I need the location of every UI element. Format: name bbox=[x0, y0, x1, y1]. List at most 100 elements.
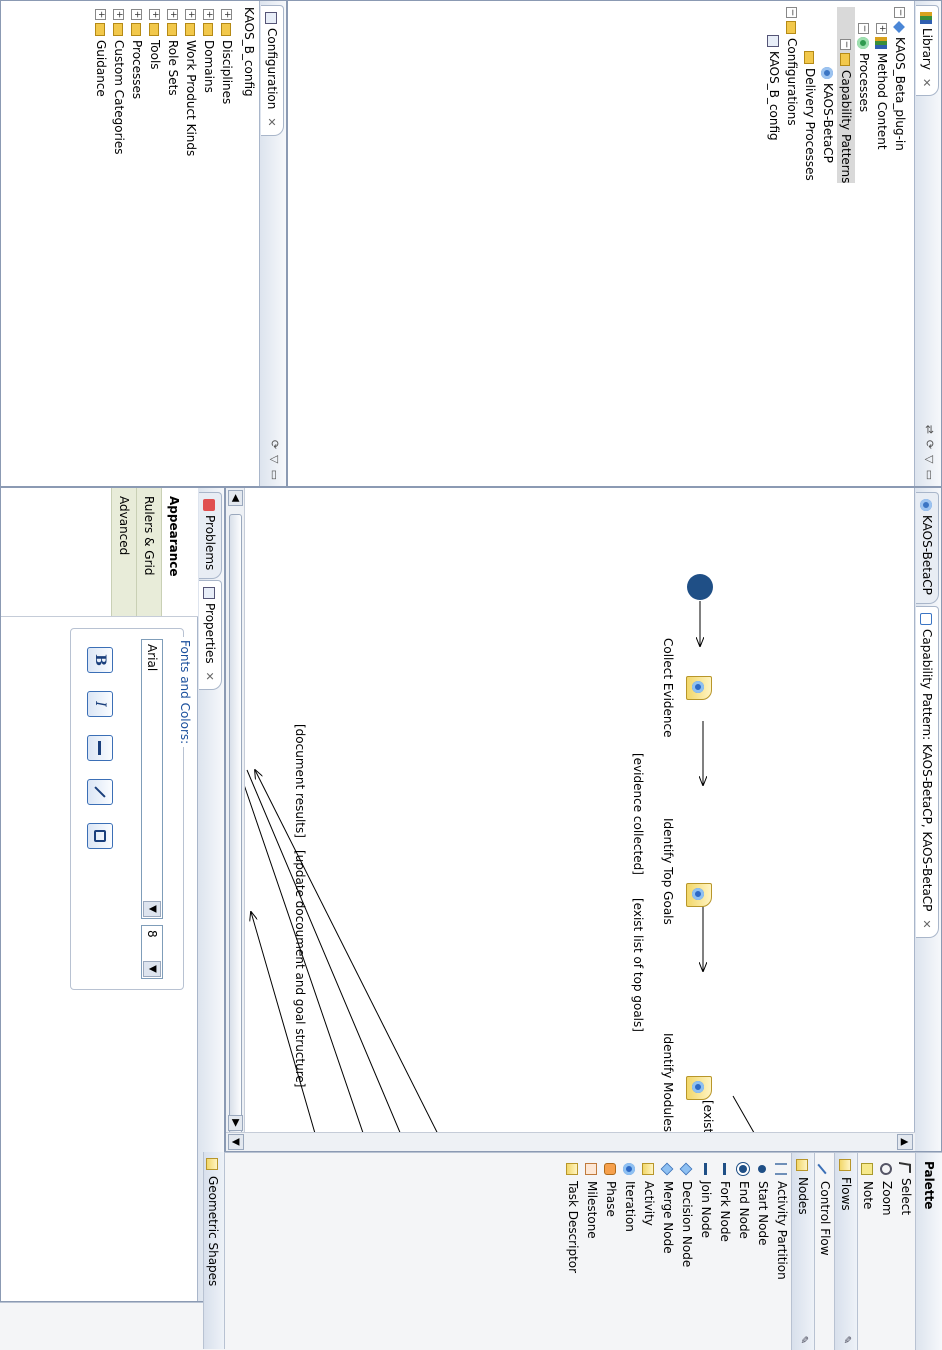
bold-button[interactable]: B bbox=[87, 647, 113, 673]
library-tree-item[interactable]: KAOS_B_config bbox=[765, 7, 783, 183]
configuration-tree-item[interactable]: + Custom Categories bbox=[110, 9, 128, 156]
font-color-button[interactable] bbox=[87, 735, 113, 761]
flow-modules-out[interactable] bbox=[732, 1095, 758, 1133]
fill-color-button[interactable] bbox=[87, 823, 113, 849]
palette-item-iteration[interactable]: Iteration bbox=[620, 1153, 639, 1350]
editor-vertical-scrollbar[interactable]: ▲ ▼ bbox=[226, 1132, 915, 1151]
expand-toggle-icon[interactable]: + bbox=[185, 9, 196, 20]
drawer-geometric-shapes[interactable]: Geometric Shapes bbox=[203, 1152, 225, 1349]
configuration-tree-item[interactable]: + Guidance bbox=[92, 9, 110, 156]
scroll-right-arrow[interactable]: ▶ bbox=[228, 1115, 243, 1131]
chevron-down-icon[interactable]: ▼ bbox=[143, 961, 161, 977]
flow-loop-3[interactable] bbox=[244, 769, 376, 1133]
close-icon[interactable]: ✕ bbox=[920, 78, 933, 87]
configuration-tree-item[interactable]: + Tools bbox=[146, 9, 164, 156]
close-icon[interactable]: ✕ bbox=[203, 672, 216, 681]
link-editor-icon[interactable]: ⇄ bbox=[923, 425, 936, 434]
close-icon[interactable]: ✕ bbox=[920, 919, 933, 928]
minimize-icon[interactable]: ▭ bbox=[268, 470, 281, 480]
library-tree-item[interactable]: − KAOS_Beta_plug-in bbox=[891, 7, 909, 183]
italic-button[interactable]: I bbox=[87, 691, 113, 717]
palette-item-control-flow[interactable]: Control Flow bbox=[815, 1153, 834, 1350]
section-advanced[interactable]: Advanced bbox=[111, 488, 136, 616]
expand-toggle-icon[interactable]: − bbox=[840, 39, 851, 50]
expand-toggle-icon[interactable]: + bbox=[131, 9, 142, 20]
configuration-tree-item[interactable]: + Role Sets bbox=[164, 9, 182, 156]
flow-loop-1[interactable] bbox=[255, 770, 456, 1133]
expand-toggle-icon[interactable]: + bbox=[95, 9, 106, 20]
pin-icon[interactable]: ✎ bbox=[835, 1336, 857, 1344]
library-tree-item[interactable]: + Method Content bbox=[873, 7, 891, 183]
palette: Palette Select Zoom Note Flows ✎ Control Fl… bbox=[225, 1152, 942, 1350]
configuration-tree-item[interactable]: + Disciplines bbox=[218, 9, 236, 156]
view-menu-icon[interactable]: ▽ bbox=[923, 455, 936, 463]
scroll-down-arrow[interactable]: ▼ bbox=[228, 1134, 244, 1150]
tab-kaos-betacp[interactable]: KAOS-BetaCP bbox=[916, 492, 939, 604]
task-identify-top-goals[interactable] bbox=[686, 883, 712, 907]
label-identify-top-goals: Identify Top Goals bbox=[661, 818, 675, 925]
palette-item-task-descriptor[interactable]: Task Descriptor bbox=[563, 1153, 582, 1350]
task-collect-evidence[interactable] bbox=[686, 676, 712, 700]
expand-toggle-icon[interactable]: − bbox=[858, 23, 869, 34]
expand-toggle-icon[interactable]: − bbox=[786, 7, 797, 18]
drawer-nodes[interactable]: Nodes ✎ bbox=[791, 1153, 815, 1350]
library-tree-item[interactable]: − Processes bbox=[855, 7, 873, 183]
tree-item-label: Role Sets bbox=[166, 40, 180, 96]
expand-toggle-icon[interactable]: + bbox=[203, 9, 214, 20]
scroll-up-arrow[interactable]: ▲ bbox=[897, 1134, 913, 1150]
diagram-canvas[interactable]: Collect Evidence Identify Top Goals [evi… bbox=[244, 488, 915, 1133]
flow-loop-2[interactable] bbox=[246, 769, 416, 1133]
pin-icon[interactable]: ✎ bbox=[792, 1336, 814, 1344]
tab-properties[interactable]: Properties ✕ bbox=[199, 580, 222, 690]
palette-item-milestone[interactable]: Milestone bbox=[582, 1153, 601, 1350]
start-node[interactable] bbox=[687, 574, 713, 600]
font-name-select[interactable]: Arial ▼ bbox=[141, 639, 163, 919]
palette-item-fork-node[interactable]: Fork Node bbox=[715, 1153, 734, 1350]
configuration-tree-item[interactable]: + Work Product Kinds bbox=[182, 9, 200, 156]
flow-loop-4[interactable] bbox=[251, 912, 326, 1133]
palette-item-merge-node[interactable]: Merge Node bbox=[658, 1153, 677, 1350]
palette-item-end-node[interactable]: End Node bbox=[734, 1153, 753, 1350]
palette-item-zoom[interactable]: Zoom bbox=[877, 1153, 896, 1350]
configuration-tree-item[interactable]: + Domains bbox=[200, 9, 218, 156]
tab-library[interactable]: Library ✕ bbox=[916, 5, 939, 97]
expand-toggle-icon[interactable]: + bbox=[167, 9, 178, 20]
library-tree-item[interactable]: − Configurations bbox=[783, 7, 801, 183]
expand-toggle-icon[interactable]: + bbox=[113, 9, 124, 20]
section-appearance[interactable]: Appearance bbox=[161, 488, 186, 616]
palette-item-note[interactable]: Note bbox=[858, 1153, 877, 1350]
palette-item-join-node[interactable]: Join Node bbox=[696, 1153, 715, 1350]
view-menu-icon[interactable]: ▽ bbox=[268, 455, 281, 463]
palette-item-phase[interactable]: Phase bbox=[601, 1153, 620, 1350]
tab-configuration[interactable]: Configuration ✕ bbox=[261, 5, 284, 136]
palette-item-select[interactable]: Select bbox=[896, 1153, 915, 1350]
tab-problems[interactable]: Problems bbox=[199, 492, 222, 580]
minimize-icon[interactable]: ▭ bbox=[923, 470, 936, 480]
font-size-select[interactable]: 8 ▼ bbox=[141, 925, 163, 979]
join-node-icon bbox=[703, 1163, 708, 1175]
section-rulers-grid[interactable]: Rulers & Grid bbox=[136, 488, 161, 616]
library-tree-item[interactable]: KAOS-BetaCP bbox=[819, 7, 837, 183]
library-tree-item[interactable]: − Capability Patterns bbox=[837, 7, 855, 184]
expand-toggle-icon[interactable]: + bbox=[221, 9, 232, 20]
scroll-thumb[interactable] bbox=[229, 514, 242, 1134]
sync-icon[interactable]: ⟳ bbox=[923, 440, 936, 449]
configuration-tree-item[interactable]: + Processes bbox=[128, 9, 146, 156]
chevron-down-icon[interactable]: ▼ bbox=[143, 901, 161, 917]
expand-toggle-icon[interactable]: − bbox=[894, 7, 905, 18]
task-identify-modules[interactable] bbox=[686, 1076, 712, 1100]
sync-icon[interactable]: ⟳ bbox=[268, 440, 281, 449]
palette-item-start-node[interactable]: Start Node bbox=[753, 1153, 772, 1350]
drawer-flows[interactable]: Flows ✎ bbox=[834, 1153, 858, 1350]
editor-horizontal-scrollbar[interactable]: ◀ ▶ bbox=[226, 488, 245, 1134]
scroll-left-arrow[interactable]: ◀ bbox=[228, 490, 243, 506]
expand-toggle-icon[interactable]: + bbox=[876, 23, 887, 34]
palette-item-activity-partition[interactable]: Activity Partition bbox=[772, 1153, 791, 1350]
expand-toggle-icon[interactable]: + bbox=[149, 9, 160, 20]
palette-item-decision-node[interactable]: Decision Node bbox=[677, 1153, 696, 1350]
close-icon[interactable]: ✕ bbox=[265, 117, 278, 126]
library-tree-item[interactable]: Delivery Processes bbox=[801, 7, 819, 183]
tab-capability-pattern-diagram[interactable]: Capability Pattern: KAOS-BetaCP, KAOS-Be… bbox=[916, 606, 939, 938]
palette-item-activity[interactable]: Activity bbox=[639, 1153, 658, 1350]
line-color-button[interactable] bbox=[87, 779, 113, 805]
